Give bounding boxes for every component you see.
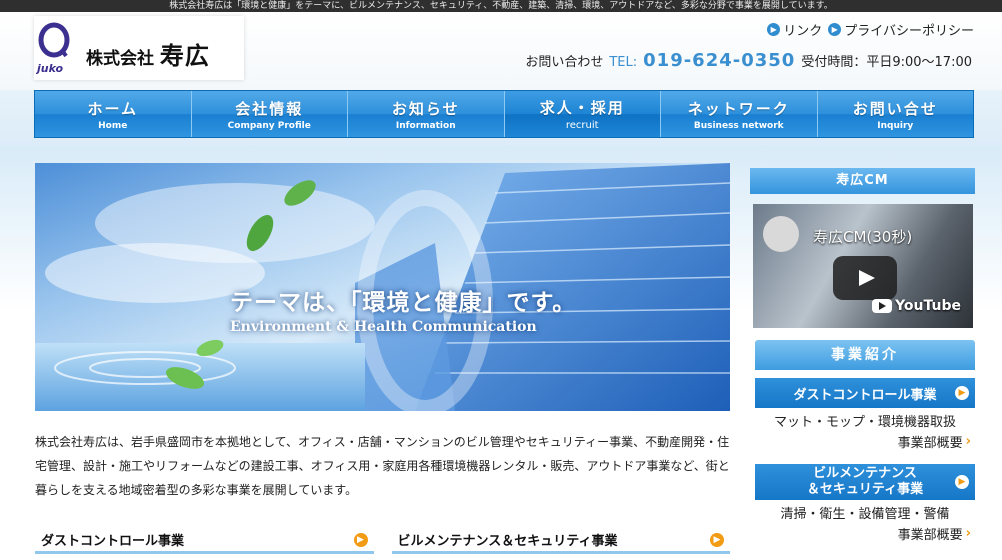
arrow-right-icon: ▶ [828, 23, 842, 36]
juko-logo-icon: juko [36, 22, 70, 75]
nav-recruit[interactable]: 求人・採用 recruit [504, 91, 661, 137]
biz-desc: 清掃・衛生・設備管理・警備 [780, 507, 950, 522]
nav-inquiry[interactable]: お問い合せ Inquiry [817, 91, 973, 137]
hero-subline: Environment & Health Communication [230, 319, 537, 335]
biz-overview-label: 事業部概要 [897, 436, 963, 451]
section-building-maintenance[interactable]: ビルメンテナンス＆セキュリティ事業 ▶ [391, 528, 730, 554]
nav-information[interactable]: お知らせ Information [348, 91, 505, 137]
biz-overview-link[interactable]: 事業部概要 › [759, 524, 971, 543]
biz-head-building-maintenance[interactable]: ビルメンテナンス ＆セキュリティ事業 ▶ [755, 464, 975, 500]
company-name: 株式会社 寿広 [86, 36, 210, 71]
business-section-headings: ダストコントロール事業 ▶ ビルメンテナンス＆セキュリティ事業 ▶ [35, 528, 730, 554]
arrow-right-icon: ▶ [955, 386, 969, 400]
site-logo[interactable]: juko 株式会社 寿広 [34, 16, 244, 80]
hero-text: テーマは、「環境と健康」です。 Environment & Health Com… [230, 283, 576, 335]
top-announcement-bar: 株式会社寿広は「環境と健康」をテーマに、ビルメンテナンス、セキュリティ、不動産、… [0, 0, 1002, 12]
business-intro-title: 事業紹介 [755, 340, 975, 370]
biz-card-dust-control: ダストコントロール事業 ▶ マット・モップ・環境機器取扱 事業部概要 › [755, 378, 975, 454]
sidebar: 寿広CM 寿広CM(30秒) YouTube 事業紹介 ダストコントロール事業 … [750, 168, 975, 546]
contact-info: お問い合わせ TEL: 019-624-0350 受付時間：平日9:00〜17:… [525, 50, 972, 71]
biz-head-line2: ＆セキュリティ事業 [806, 482, 924, 497]
phone-number[interactable]: 019-624-0350 [643, 50, 795, 71]
nav-label-jp: 求人・採用 [539, 99, 625, 117]
section-dust-control[interactable]: ダストコントロール事業 ▶ [35, 528, 374, 554]
play-button[interactable] [833, 256, 897, 300]
section-label: ダストコントロール事業 [41, 534, 185, 549]
section-label: ビルメンテナンス＆セキュリティ事業 [397, 534, 618, 549]
cm-title: 寿広CM [750, 168, 975, 194]
hero-banner: テーマは、「環境と健康」です。 Environment & Health Com… [35, 163, 730, 411]
biz-card-building-maintenance: ビルメンテナンス ＆セキュリティ事業 ▶ 清掃・衛生・設備管理・警備 事業部概要… [755, 464, 975, 546]
youtube-icon [872, 299, 893, 313]
company-prefix: 株式会社 [86, 49, 154, 69]
company-intro: 株式会社寿広は、岩手県盛岡市を本拠地として、オフィス・店舗・マンションのビル管理… [35, 435, 730, 497]
link-label: リンク [783, 24, 823, 39]
biz-body: 清掃・衛生・設備管理・警備 事業部概要 › [755, 500, 975, 546]
hero-headline: テーマは、「環境と健康」です。 [230, 289, 577, 316]
tel-label: TEL: [609, 55, 638, 70]
global-nav: ホーム Home 会社情報 Company Profile お知らせ Infor… [34, 90, 974, 138]
nav-label-en: Company Profile [227, 120, 311, 131]
arrow-right-icon: ▶ [353, 532, 368, 547]
nav-home[interactable]: ホーム Home [35, 91, 192, 137]
nav-label-jp: お知らせ [391, 99, 460, 118]
biz-overview-link[interactable]: 事業部概要 › [759, 432, 971, 451]
nav-label-jp: お問い合せ [852, 99, 938, 118]
company-name-main: 寿広 [159, 42, 210, 70]
chevron-right-icon: › [965, 526, 971, 541]
biz-head-line1: ビルメンテナンス [813, 466, 917, 481]
chevron-right-icon: › [965, 434, 971, 449]
nav-label-en: Business network [693, 120, 784, 131]
nav-label-en: Information [395, 120, 456, 131]
nav-label-jp: ホーム [87, 99, 139, 118]
nav-label-jp: 会社情報 [235, 99, 304, 118]
nav-label-en: recruit [565, 120, 599, 131]
channel-avatar-icon [763, 216, 799, 252]
youtube-logo[interactable]: YouTube [872, 298, 961, 314]
logo-mark-text: juko [36, 62, 64, 75]
biz-desc: マット・モップ・環境機器取扱 [773, 415, 956, 430]
nav-label-en: Inquiry [877, 120, 914, 131]
nav-label-jp: ネットワーク [687, 99, 790, 118]
youtube-video-player[interactable]: 寿広CM(30秒) YouTube [753, 204, 973, 328]
biz-head-dust-control[interactable]: ダストコントロール事業 ▶ [755, 378, 975, 408]
contact-label: お問い合わせ [525, 55, 604, 70]
privacy-policy-label: プライバシーポリシー [844, 24, 974, 39]
header-links: ▶ リンク ▶ プライバシーポリシー [767, 20, 974, 39]
nav-company-profile[interactable]: 会社情報 Company Profile [191, 91, 348, 137]
link-page-link[interactable]: ▶ リンク [767, 20, 822, 39]
arrow-right-icon: ▶ [767, 23, 781, 36]
global-nav-wrap: ホーム Home 会社情報 Company Profile お知らせ Infor… [0, 90, 1002, 146]
nav-label-en: Home [98, 120, 128, 131]
biz-head-label: ビルメンテナンス ＆セキュリティ事業 [775, 466, 955, 498]
privacy-policy-link[interactable]: ▶ プライバシーポリシー [828, 20, 974, 39]
site-header: juko 株式会社 寿広 ▶ リンク ▶ プライバシーポリシー お問い合わせ T… [0, 12, 1002, 90]
arrow-right-icon: ▶ [710, 532, 724, 547]
top-announcement-text: 株式会社寿広は「環境と健康」をテーマに、ビルメンテナンス、セキュリティ、不動産、… [169, 1, 833, 11]
biz-overview-label: 事業部概要 [897, 528, 963, 543]
youtube-label: YouTube [895, 298, 961, 314]
biz-head-label: ダストコントロール事業 [793, 387, 937, 403]
arrow-right-icon: ▶ [955, 475, 969, 489]
nav-business-network[interactable]: ネットワーク Business network [661, 91, 818, 137]
video-title[interactable]: 寿広CM(30秒) [813, 226, 912, 247]
business-hours: 受付時間：平日9:00〜17:00 [801, 55, 972, 70]
biz-body: マット・モップ・環境機器取扱 事業部概要 › [755, 408, 975, 454]
